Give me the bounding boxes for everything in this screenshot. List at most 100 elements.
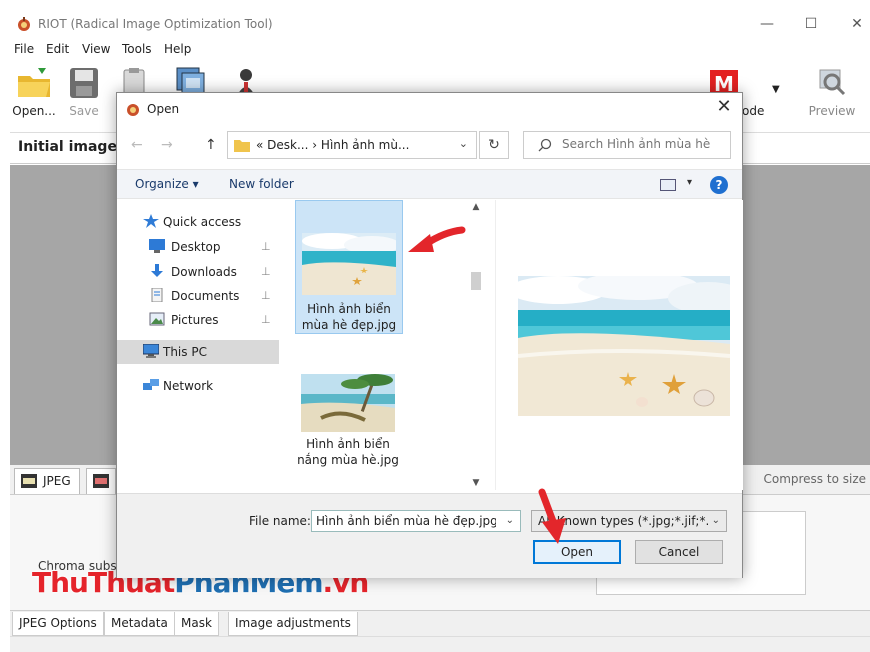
maximize-button[interactable]: ☐ [796, 14, 826, 34]
save-label: Save [69, 104, 99, 118]
open-dialog: Open ✕ ← → ↑ « Desk... › Hình ảnh mù... … [116, 92, 743, 578]
view-mode-chevron-icon[interactable]: ▾ [687, 177, 692, 188]
preview-magnifier-icon [819, 69, 846, 96]
tab-metadata[interactable]: Metadata [104, 612, 175, 636]
initial-image-label: Initial image: [18, 139, 123, 155]
breadcrumb-desktop[interactable]: Desk... [267, 138, 308, 152]
menu-tools[interactable]: Tools [122, 42, 152, 56]
back-arrow-icon[interactable]: ← [131, 137, 143, 153]
file-tile-beach-summer[interactable]: Hình ảnh biển mùa hè đẹp.jpg [295, 200, 403, 334]
nav-quick-access-label: Quick access [163, 215, 242, 229]
file1-name-line1: Hình ảnh biển [307, 302, 391, 316]
tab-jpeg[interactable]: JPEG [14, 468, 80, 494]
address-prefix: « [256, 138, 264, 152]
open-folder-icon [18, 68, 50, 97]
download-arrow-icon [151, 264, 163, 277]
desktop-icon [149, 239, 165, 253]
navigation-pane: Quick access Desktop ⊥ Downloads ⊥ Docum… [117, 200, 279, 490]
nav-pictures-label: Pictures [171, 313, 219, 327]
star-icon [143, 214, 159, 228]
search-icon [538, 138, 552, 152]
mode-dropdown-chevron-icon[interactable]: ▼ [772, 84, 780, 95]
file-tile-sunny-beach[interactable]: Hình ảnh biển nắng mùa hè.jpg [295, 366, 403, 476]
close-window-button[interactable]: ✕ [842, 14, 870, 34]
tab-png[interactable] [86, 468, 116, 494]
palm-beach-thumbnail-icon [301, 374, 395, 432]
view-mode-icon[interactable] [660, 179, 676, 191]
preview-label: Preview [808, 104, 856, 118]
menu-help[interactable]: Help [164, 42, 191, 56]
pin-icon[interactable]: ⊥ [261, 313, 271, 326]
nav-this-pc[interactable]: This PC [117, 340, 279, 364]
file-type-dropdown-chevron-icon[interactable]: ⌄ [712, 515, 720, 526]
tab-jpeg-options[interactable]: JPEG Options [12, 612, 104, 636]
breadcrumb-folder[interactable]: Hình ảnh mù... [321, 138, 410, 152]
pin-icon[interactable]: ⊥ [261, 240, 271, 253]
riot-app-icon [18, 17, 30, 31]
new-folder-button[interactable]: New folder [229, 177, 294, 191]
menu-view[interactable]: View [82, 42, 110, 56]
up-arrow-icon[interactable]: ↑ [205, 137, 217, 153]
nav-quick-access[interactable]: Quick access [117, 210, 279, 234]
mode-label: ode [742, 104, 765, 118]
file-list-scrollbar[interactable]: ▲ ▼ [469, 200, 483, 490]
open-button[interactable]: Open [533, 540, 621, 564]
folder-icon [234, 140, 250, 152]
address-path: « Desk... › Hình ảnh mù... [256, 138, 409, 152]
nav-downloads-label: Downloads [171, 265, 237, 279]
document-icon [151, 288, 163, 302]
tab-image-adjustments[interactable]: Image adjustments [228, 612, 358, 636]
pin-icon[interactable]: ⊥ [261, 289, 271, 302]
scrollbar-thumb[interactable] [471, 272, 481, 290]
pin-icon[interactable]: ⊥ [261, 265, 271, 278]
tab-mask[interactable]: Mask [174, 612, 219, 636]
forward-arrow-icon[interactable]: → [161, 137, 173, 153]
dialog-footer: File name: ⌄ All Known types (*.jpg;*.ji… [117, 493, 742, 578]
minimize-button[interactable]: — [752, 14, 782, 34]
nav-pictures[interactable]: Pictures ⊥ [117, 308, 279, 332]
bottom-tab-strip: JPEG Options Metadata Mask Image adjustm… [10, 610, 870, 636]
beach-thumbnail-icon [302, 233, 396, 295]
menu-edit[interactable]: Edit [46, 42, 69, 56]
file-name-input[interactable] [316, 514, 496, 528]
dialog-close-button[interactable]: ✕ [714, 97, 734, 117]
file-type-select[interactable]: All Known types (*.jpg;*.jif;*.jpe ⌄ [531, 510, 727, 532]
dialog-command-bar: Organize ▾ New folder ▾ ? [117, 169, 742, 199]
png-file-icon [93, 474, 109, 488]
dialog-nav-row: ← → ↑ « Desk... › Hình ảnh mù... ⌄ ↻ [117, 129, 742, 163]
preview-pane [495, 200, 743, 490]
save-toolbar-button[interactable]: Save [62, 64, 106, 122]
open-label: Open... [12, 104, 56, 118]
refresh-button[interactable]: ↻ [479, 131, 509, 159]
help-icon[interactable]: ? [710, 176, 728, 194]
file-name-dropdown-chevron-icon[interactable]: ⌄ [506, 515, 514, 526]
pictures-icon [149, 312, 165, 326]
status-bar [10, 636, 870, 652]
file2-name-line1: Hình ảnh biển [306, 437, 390, 451]
scroll-down-icon[interactable]: ▼ [469, 478, 483, 488]
nav-documents[interactable]: Documents ⊥ [117, 284, 279, 308]
preview-toolbar-button[interactable]: Preview [804, 64, 860, 122]
nav-network[interactable]: Network [117, 374, 279, 398]
file-list-pane: Hình ảnh biển mùa hè đẹp.jpg Hình ảnh bi… [279, 200, 489, 490]
scroll-up-icon[interactable]: ▲ [469, 202, 483, 212]
search-box[interactable] [523, 131, 731, 159]
save-disk-icon [70, 68, 98, 98]
cancel-button[interactable]: Cancel [635, 540, 723, 564]
organize-button[interactable]: Organize ▾ [135, 177, 199, 191]
open-toolbar-button[interactable]: Open... [10, 64, 58, 122]
file-name-label: File name: [249, 514, 311, 528]
address-bar[interactable]: « Desk... › Hình ảnh mù... ⌄ [227, 131, 477, 159]
menu-file[interactable]: File [14, 42, 34, 56]
file-name-beach-summer: Hình ảnh biển mùa hè đẹp.jpg [296, 301, 402, 333]
file-name-combobox[interactable]: ⌄ [311, 510, 521, 532]
nav-desktop[interactable]: Desktop ⊥ [117, 235, 279, 259]
nav-downloads[interactable]: Downloads ⊥ [117, 260, 279, 284]
app-titlebar: RIOT (Radical Image Optimization Tool) —… [10, 10, 870, 38]
nav-documents-label: Documents [171, 289, 240, 303]
file1-name-line2: mùa hè đẹp.jpg [301, 318, 397, 332]
address-dropdown-chevron-icon[interactable]: ⌄ [459, 137, 468, 150]
search-input[interactable] [562, 137, 726, 151]
computer-icon [143, 344, 159, 358]
compress-to-size-label[interactable]: Compress to size [763, 472, 866, 486]
